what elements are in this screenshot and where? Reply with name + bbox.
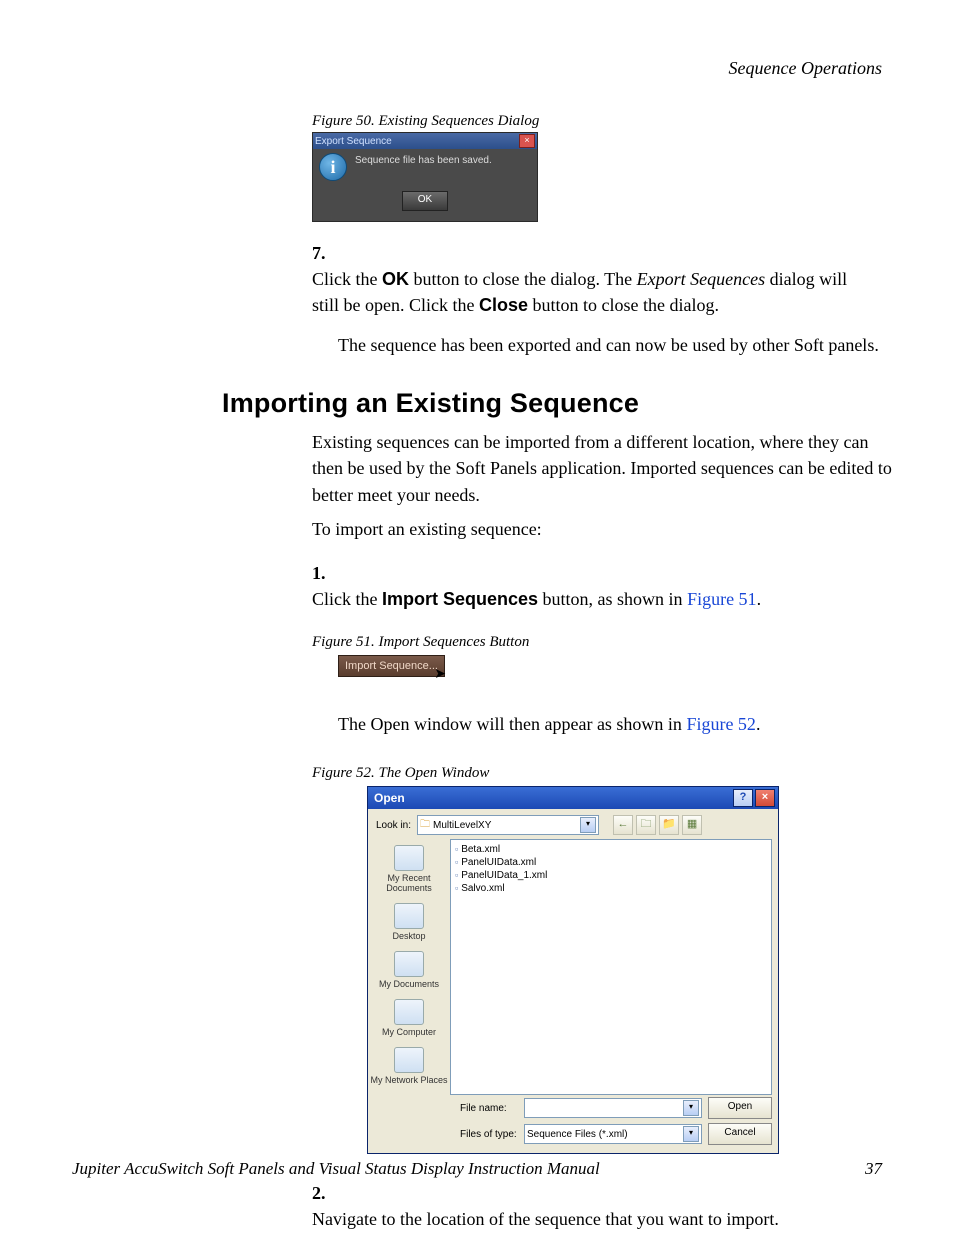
page-footer: Jupiter AccuSwitch Soft Panels and Visua… [72, 1159, 882, 1179]
help-icon[interactable]: ? [733, 789, 753, 807]
page-number: 37 [865, 1159, 882, 1179]
xref-figure-52[interactable]: Figure 52 [686, 714, 756, 734]
desktop-icon [394, 903, 424, 929]
file-list[interactable]: Beta.xml PanelUIData.xml PanelUIData_1.x… [450, 839, 772, 1095]
step-number: 2. [312, 1180, 338, 1206]
place-recent[interactable]: My Recent Documents [368, 841, 450, 899]
chevron-down-icon[interactable]: ▾ [683, 1126, 699, 1142]
computer-icon [394, 999, 424, 1025]
fig50-title: Export Sequence [315, 136, 392, 147]
place-documents[interactable]: My Documents [368, 947, 450, 995]
open-titlebar: Open ? × [368, 787, 778, 809]
place-network[interactable]: My Network Places [368, 1043, 450, 1091]
chevron-down-icon[interactable]: ▾ [580, 817, 596, 833]
step-number: 7. [312, 240, 338, 266]
places-bar: My Recent Documents Desktop My Documents… [368, 839, 450, 1095]
chevron-down-icon[interactable]: ▾ [683, 1100, 699, 1116]
fig52-caption: Figure 52. The Open Window [312, 765, 882, 782]
intro-paragraph-2: To import an existing sequence: [312, 516, 902, 542]
running-head: Sequence Operations [72, 58, 882, 79]
recent-icon [394, 845, 424, 871]
step-number: 1. [312, 560, 338, 586]
filename-input[interactable]: ▾ [524, 1098, 702, 1118]
filetype-combobox[interactable]: Sequence Files (*.xml) ▾ [524, 1124, 702, 1144]
import-sequence-label: Import Sequence... [345, 660, 438, 672]
intro-paragraph-1: Existing sequences can be imported from … [312, 429, 902, 507]
new-folder-icon[interactable]: 📁 [659, 815, 679, 835]
lookin-label: Look in: [376, 820, 411, 831]
place-computer[interactable]: My Computer [368, 995, 450, 1043]
step-1: 1. Click the Import Sequences button, as… [312, 560, 882, 612]
step-2: 2. Navigate to the location of the seque… [312, 1180, 882, 1232]
fig50-message: Sequence file has been saved. [355, 153, 492, 181]
step-7: 7. Click the OK button to close the dial… [312, 240, 882, 318]
fig51-caption: Figure 51. Import Sequences Button [312, 634, 882, 651]
list-item[interactable]: PanelUIData_1.xml [455, 869, 767, 882]
import-sequence-button[interactable]: Import Sequence... ➤ [338, 655, 445, 677]
ok-bold: OK [382, 269, 409, 289]
exported-paragraph: The sequence has been exported and can n… [338, 332, 898, 358]
cursor-icon: ➤ [434, 665, 446, 682]
up-one-level-icon[interactable]: 🗀 [636, 815, 656, 835]
place-desktop[interactable]: Desktop [368, 899, 450, 947]
close-icon[interactable]: × [519, 134, 535, 148]
fig50-dialog: Export Sequence × i Sequence file has be… [312, 132, 538, 222]
ok-button[interactable]: OK [402, 191, 448, 211]
open-window-line: The Open window will then appear as show… [338, 711, 898, 737]
cancel-button[interactable]: Cancel [708, 1123, 772, 1145]
documents-icon [394, 951, 424, 977]
close-bold: Close [479, 295, 528, 315]
folder-icon: 🗀 [420, 817, 430, 834]
view-menu-icon[interactable]: ▦ [682, 815, 702, 835]
lookin-value: MultiLevelXY [433, 820, 491, 831]
fig50-titlebar: Export Sequence × [313, 133, 537, 149]
xref-figure-51[interactable]: Figure 51 [687, 589, 757, 609]
list-item[interactable]: PanelUIData.xml [455, 856, 767, 869]
filename-label: File name: [456, 1103, 518, 1114]
open-dialog: Open ? × Look in: 🗀 MultiLevelXY ▾ ← 🗀 📁 [367, 786, 779, 1154]
list-item[interactable]: Beta.xml [455, 843, 767, 856]
fig50-caption: Figure 50. Existing Sequences Dialog [312, 113, 882, 130]
network-icon [394, 1047, 424, 1073]
footer-title: Jupiter AccuSwitch Soft Panels and Visua… [72, 1159, 600, 1179]
section-heading: Importing an Existing Sequence [222, 388, 882, 419]
list-item[interactable]: Salvo.xml [455, 882, 767, 895]
filetype-label: Files of type: [456, 1129, 518, 1140]
info-icon: i [319, 153, 347, 181]
back-icon[interactable]: ← [613, 815, 633, 835]
open-title: Open [374, 791, 405, 805]
close-icon[interactable]: × [755, 789, 775, 807]
lookin-combobox[interactable]: 🗀 MultiLevelXY ▾ [417, 815, 599, 835]
open-button[interactable]: Open [708, 1097, 772, 1119]
